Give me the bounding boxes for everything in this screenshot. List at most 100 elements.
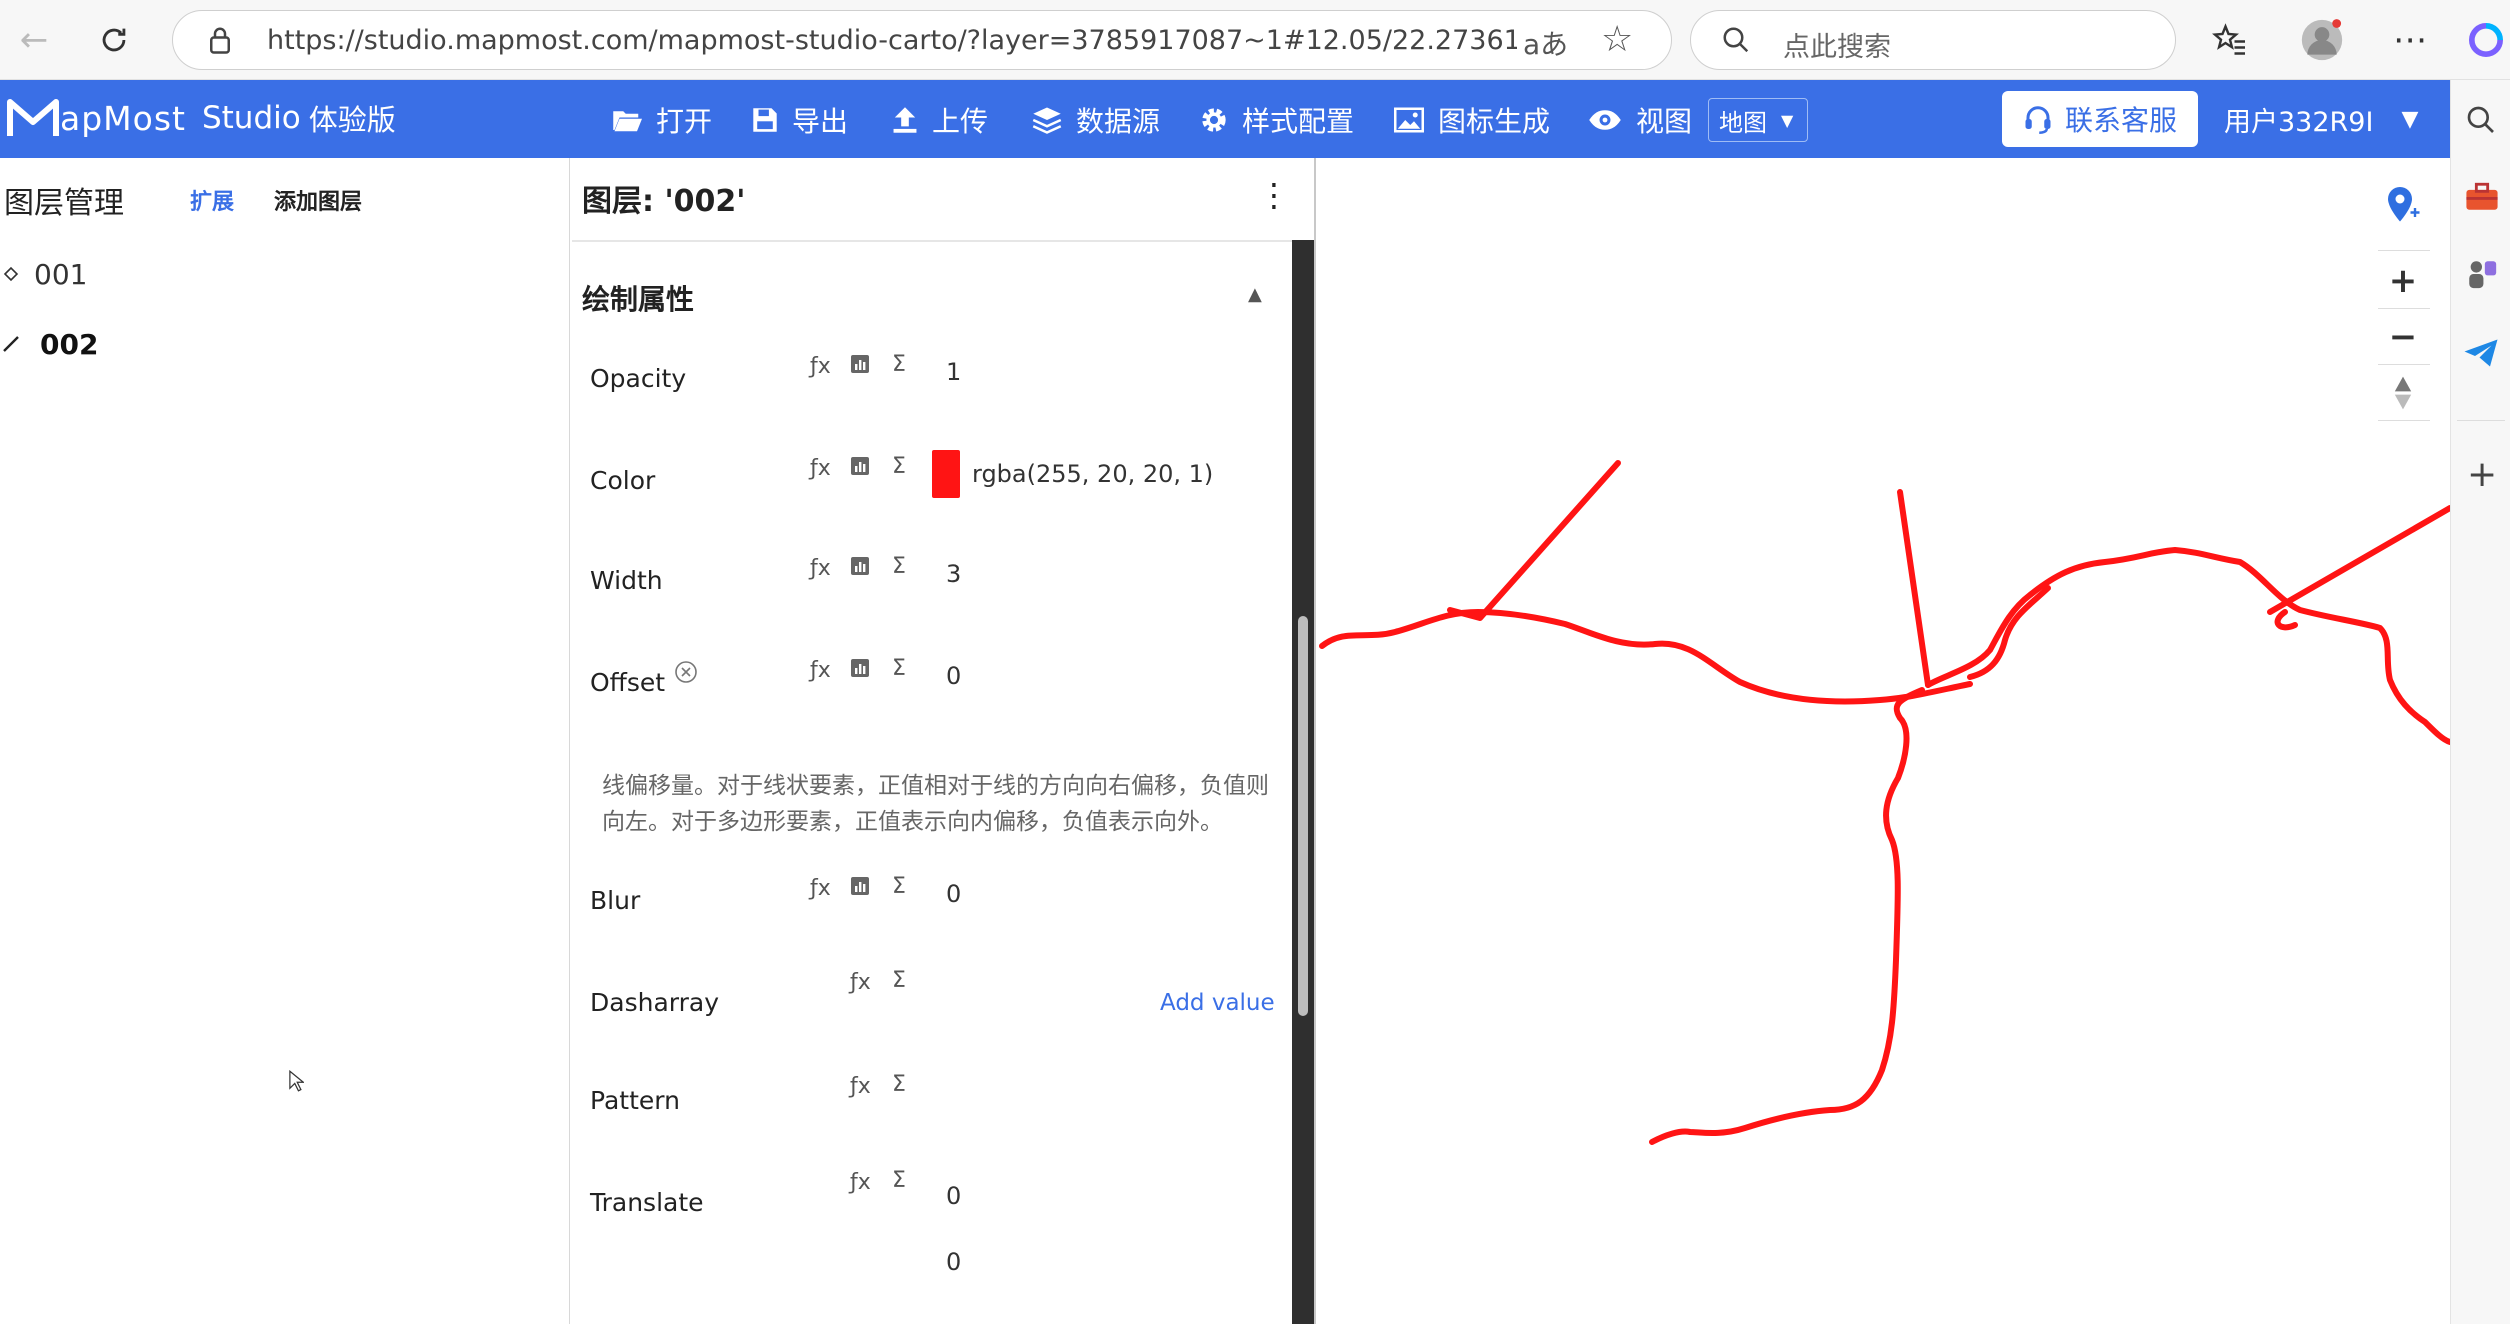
expand-button[interactable]: 扩展 [190,184,234,216]
user-menu[interactable]: 用户332R9I ▼ [2224,100,2418,139]
layer-item-001[interactable]: 001 [0,252,87,296]
expression-sum-icon[interactable]: Σ [892,1168,906,1193]
map-canvas[interactable] [1316,158,2450,1324]
expression-sum-icon[interactable]: Σ [892,874,906,899]
reload-icon[interactable] [90,16,138,64]
expression-sum-icon[interactable]: Σ [892,554,906,579]
browser-toolbar: ← https://studio.mapmost.com/mapmost-stu… [0,0,2510,80]
copilot-icon[interactable] [2462,16,2510,64]
menu-export[interactable]: 导出 [752,100,848,140]
color-swatch[interactable] [932,450,960,498]
more-menu-icon[interactable]: ⋯ [2386,16,2434,64]
road-line [1967,585,2051,680]
menu-style-config[interactable]: 样式配置 [1200,100,1354,140]
menu-open[interactable]: 打开 [612,100,712,140]
more-options-icon[interactable]: ⋮ [1258,176,1290,214]
gear-icon [1200,106,1228,134]
property-panel-title: 图层: '002' [582,184,746,219]
favorites-icon[interactable] [2206,16,2254,64]
expression-sum-icon[interactable]: Σ [892,656,906,681]
favorite-star-icon[interactable]: ☆ [1601,19,1633,60]
telegram-send-icon[interactable] [2463,338,2499,372]
menu-icon-gen[interactable]: 图标生成 [1394,100,1550,140]
expression-sum-icon[interactable]: Σ [892,968,906,993]
logo-edition: 体验版 [308,103,396,137]
offset-value[interactable]: 0 [946,662,961,690]
dasharray-add-value-link[interactable]: Add value [1160,990,1275,1016]
layer-name: 002 [40,327,99,361]
read-aloud-icon[interactable]: aあ [1523,23,1568,63]
function-icon[interactable]: ƒx [850,1074,871,1099]
eye-icon [1588,108,1622,132]
menu-datasource[interactable]: 数据源 [1032,100,1160,140]
clear-circle-icon[interactable] [674,660,698,690]
logo-studio: Studio [201,100,301,136]
upload-icon [892,106,918,134]
paint-properties-section[interactable]: 绘制属性 [582,278,694,318]
line-layer-icon [0,335,22,353]
lock-icon[interactable] [207,25,237,57]
zoom-in-button[interactable]: + [2374,252,2432,310]
data-driven-chart-icon[interactable] [850,658,870,684]
translate-label: Translate [590,1188,704,1217]
layer-management-panel: 图层管理 扩展 添加图层 001 002 [0,158,570,1324]
data-driven-chart-icon[interactable] [850,556,870,582]
translate-x-value[interactable]: 0 [946,1182,961,1210]
function-icon[interactable]: ƒx [810,456,831,481]
data-driven-chart-icon[interactable] [850,876,870,902]
opacity-value[interactable]: 1 [946,358,961,386]
dasharray-label: Dasharray [590,988,719,1017]
blur-value[interactable]: 0 [946,880,961,908]
mapmost-logo-icon [7,99,59,136]
data-driven-chart-icon[interactable] [850,456,870,482]
layer-item-002[interactable]: 002 [0,322,98,366]
road-lines-layer [1319,460,2450,1145]
back-icon[interactable]: ← [10,16,58,64]
toolbox-icon[interactable] [2465,182,2499,216]
road-line [2267,505,2450,615]
contact-service-button[interactable]: 联系客服 [2002,91,2198,147]
function-icon[interactable]: ƒx [850,970,871,995]
function-icon[interactable]: ƒx [810,658,831,683]
view-mode-select[interactable]: 地图 ▼ [1708,98,1808,142]
add-sidebar-app-icon[interactable]: + [2467,454,2497,495]
add-layer-button[interactable]: 添加图层 [274,184,362,216]
collapse-arrow-icon[interactable]: ▲ [1248,284,1262,305]
folder-open-icon [612,107,642,133]
compass-reset-button[interactable] [2374,364,2432,422]
zoom-out-button[interactable]: − [2374,308,2432,366]
sidebar-divider [2457,420,2505,421]
function-icon[interactable]: ƒx [810,556,831,581]
profile-avatar-icon[interactable] [2298,16,2346,64]
function-icon[interactable]: ƒx [810,354,831,379]
search-icon [1721,25,1751,59]
image-icon [1394,107,1424,133]
color-label: Color [590,466,656,495]
color-value[interactable]: rgba(255, 20, 20, 1) [972,460,1213,488]
sidebar-search-icon[interactable] [2465,104,2497,140]
menu-view[interactable]: 视图 [1588,100,1692,140]
app-header: apMost Studio 体验版 打开 导出 上传 数据源 样式配置 图标生成… [0,80,2450,158]
road-line [1897,489,1931,688]
width-value[interactable]: 3 [946,560,961,588]
map-control-divider [2378,250,2430,251]
expression-sum-icon[interactable]: Σ [892,454,906,479]
function-icon[interactable]: ƒx [810,876,831,901]
expression-sum-icon[interactable]: Σ [892,352,906,377]
menu-upload[interactable]: 上传 [892,100,988,140]
browser-search-box[interactable]: 点此搜索 [1690,10,2176,70]
data-driven-chart-icon[interactable] [850,354,870,380]
pattern-label: Pattern [590,1086,680,1115]
function-icon[interactable]: ƒx [850,1170,871,1195]
expression-sum-icon[interactable]: Σ [892,1072,906,1097]
road-line [2274,609,2298,631]
scrollbar-thumb[interactable] [1298,616,1308,1016]
opacity-label: Opacity [590,364,687,393]
location-pin-icon[interactable] [2374,176,2432,234]
address-bar[interactable]: https://studio.mapmost.com/mapmost-studi… [172,10,1672,70]
app-logo[interactable]: apMost Studio 体验版 [6,96,396,140]
translate-y-value[interactable]: 0 [946,1248,961,1276]
games-icon[interactable] [2465,258,2499,294]
url-text[interactable]: https://studio.mapmost.com/mapmost-studi… [267,25,1517,56]
road-line [1447,460,1621,621]
